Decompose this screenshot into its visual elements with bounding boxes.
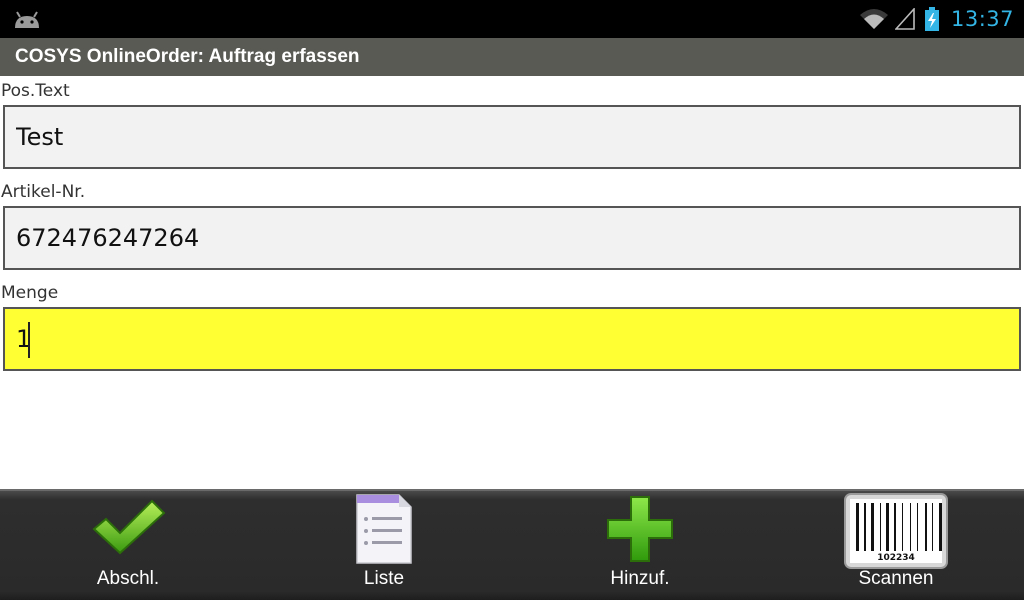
- barcode-number: 102234: [877, 553, 915, 563]
- list-document-icon: [356, 494, 412, 564]
- wifi-icon: [859, 9, 888, 29]
- hinzufuegen-button[interactable]: Hinzuf.: [512, 491, 768, 600]
- liste-button[interactable]: Liste: [256, 491, 512, 600]
- abschliessen-label: Abschl.: [96, 568, 160, 589]
- checkmark-icon: [92, 499, 166, 555]
- scannen-button[interactable]: 102234 Scannen: [768, 491, 1024, 600]
- artikel-nr-label: Artikel-Nr.: [1, 182, 86, 202]
- signal-icon: [894, 8, 915, 30]
- liste-label: Liste: [363, 568, 405, 589]
- page-title: COSYS OnlineOrder: Auftrag erfassen: [15, 46, 360, 67]
- bottom-toolbar: Abschl. Liste Hinzuf. 102234 Scannen: [0, 489, 1024, 600]
- menge-input[interactable]: [3, 307, 1021, 371]
- status-bar: 13:37: [0, 0, 1024, 38]
- status-icons: 13:37: [859, 0, 1014, 38]
- title-bar: COSYS OnlineOrder: Auftrag erfassen: [0, 38, 1024, 76]
- barcode-icon: 102234: [844, 493, 948, 569]
- status-clock: 13:37: [950, 7, 1014, 31]
- menge-label: Menge: [1, 283, 59, 303]
- pos-text-label: Pos.Text: [1, 81, 70, 101]
- artikel-nr-input[interactable]: [3, 206, 1021, 270]
- android-icon: [15, 11, 39, 28]
- hinzufuegen-label: Hinzuf.: [610, 568, 670, 589]
- text-cursor: [28, 322, 30, 358]
- plus-icon: [607, 496, 673, 562]
- battery-charging-icon: [924, 7, 939, 31]
- pos-text-input[interactable]: [3, 105, 1021, 169]
- abschliessen-button[interactable]: Abschl.: [0, 491, 256, 600]
- scannen-label: Scannen: [858, 568, 934, 589]
